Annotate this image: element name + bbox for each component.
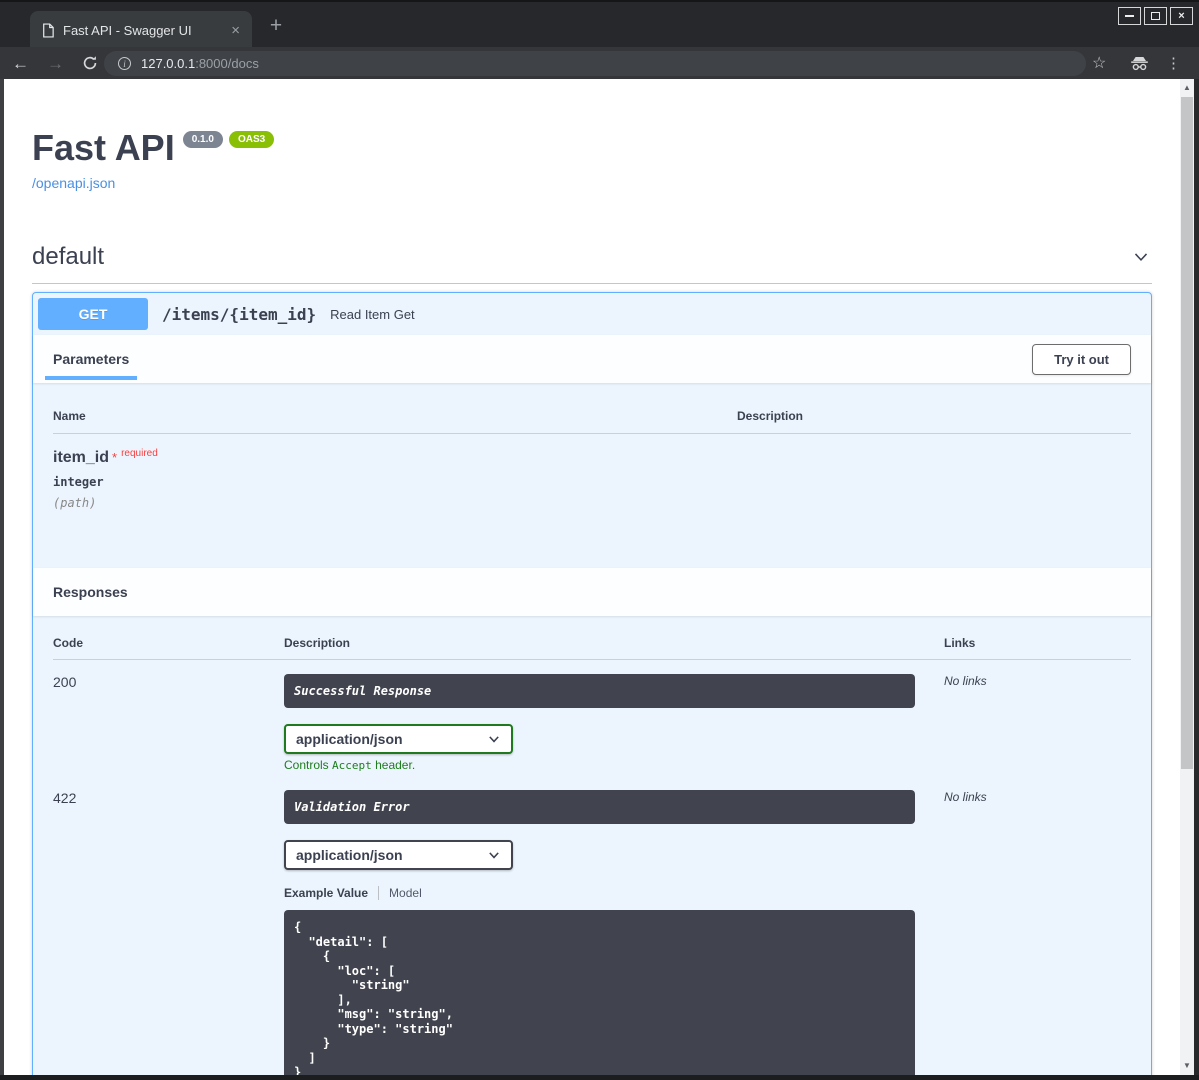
parameter-row: item_id* required integer (path)	[53, 434, 1131, 510]
incognito-icon	[1130, 47, 1149, 79]
media-type-value: application/json	[296, 731, 403, 747]
swagger-page: Fast API 0.1.0 OAS3 /openapi.json defaul…	[4, 79, 1180, 1075]
url-text[interactable]: 127.0.0.1:8000/docs	[141, 56, 259, 71]
window-border-left	[0, 79, 4, 1080]
maximize-button[interactable]	[1144, 7, 1167, 25]
reload-icon[interactable]	[82, 55, 98, 71]
media-type-value: application/json	[296, 847, 403, 863]
column-name: Name	[53, 409, 737, 423]
tab-model[interactable]: Model	[389, 886, 422, 900]
response-row-422: 422 Validation Error application/json Ex…	[53, 772, 1131, 1075]
required-label: required	[121, 448, 158, 459]
response-code: 422	[53, 790, 284, 1075]
response-code: 200	[53, 674, 284, 772]
column-description: Description	[737, 409, 803, 423]
column-links: Links	[944, 636, 975, 650]
page-scrollbar[interactable]: ▲ ▼	[1180, 79, 1194, 1075]
maximize-icon	[1151, 12, 1160, 20]
titlebar: Fast API - Swagger UI × + ×	[0, 0, 1199, 47]
parameters-table: Name Description item_id* required intege…	[33, 383, 1151, 568]
get-method-button[interactable]: GET	[38, 298, 148, 330]
example-model-tabs: Example Value Model	[284, 886, 944, 900]
minimize-icon	[1125, 15, 1134, 17]
responses-section-header: Responses	[33, 568, 1151, 616]
browser-menu-icon[interactable]: ⋮	[1166, 47, 1181, 79]
oas3-badge: OAS3	[229, 131, 274, 148]
tab-example-value[interactable]: Example Value	[284, 886, 368, 900]
page-icon	[42, 23, 54, 38]
accept-header-note: Controls Accept header.	[284, 758, 944, 772]
operation-path: /items/{item_id}	[162, 305, 316, 324]
get-operation-block: GET /items/{item_id} Read Item Get Param…	[32, 292, 1152, 1075]
tag-name: default	[32, 243, 104, 271]
scrollbar-thumb[interactable]	[1181, 97, 1193, 769]
info-icon[interactable]: i	[118, 57, 131, 70]
tab-close-icon[interactable]: ×	[227, 22, 244, 39]
chevron-down-icon	[487, 732, 501, 746]
required-asterisk: *	[112, 450, 117, 465]
window-border-bottom	[0, 1075, 1199, 1080]
bookmark-star-icon[interactable]: ☆	[1092, 47, 1112, 79]
accept-code: Accept	[332, 759, 372, 772]
new-tab-button[interactable]: +	[262, 14, 290, 38]
example-json-code: { "detail": [ { "loc": [ "string" ], "ms…	[294, 920, 905, 1075]
column-description: Description	[284, 636, 944, 650]
responses-table: Code Description Links 200 Successful Re…	[33, 616, 1151, 1075]
media-type-select[interactable]: application/json	[284, 724, 513, 754]
api-title: Fast API	[32, 127, 175, 168]
chevron-down-icon	[487, 848, 501, 862]
responses-table-header: Code Description Links	[53, 636, 1131, 660]
close-button[interactable]: ×	[1170, 7, 1193, 25]
response-links: No links	[944, 790, 1131, 1075]
openapi-spec-link[interactable]: /openapi.json	[32, 175, 1152, 191]
parameter-location: (path)	[53, 496, 1131, 510]
window-border-right	[1194, 79, 1199, 1080]
tab-title: Fast API - Swagger UI	[63, 23, 227, 38]
browser-tab[interactable]: Fast API - Swagger UI ×	[30, 11, 252, 49]
url-host: 127.0.0.1	[141, 56, 195, 71]
parameter-name: item_id	[53, 449, 109, 466]
parameters-section-header: Parameters Try it out	[33, 335, 1151, 383]
minimize-button[interactable]	[1118, 7, 1141, 25]
try-it-out-button[interactable]: Try it out	[1032, 344, 1131, 375]
responses-title: Responses	[53, 584, 128, 600]
chevron-down-icon[interactable]	[1130, 246, 1152, 268]
scroll-up-icon[interactable]: ▲	[1180, 81, 1194, 95]
response-links: No links	[944, 674, 1131, 772]
operation-summary[interactable]: GET /items/{item_id} Read Item Get	[33, 293, 1151, 335]
url-rest: :8000/docs	[195, 56, 259, 71]
tab-parameters[interactable]: Parameters	[53, 351, 129, 367]
parameter-type: integer	[53, 475, 1131, 489]
version-badge: 0.1.0	[183, 131, 223, 148]
api-info: Fast API 0.1.0 OAS3 /openapi.json	[32, 127, 1152, 191]
window-controls: ×	[1118, 7, 1193, 25]
media-type-select[interactable]: application/json	[284, 840, 513, 870]
tag-section-header[interactable]: default	[32, 243, 1152, 284]
scroll-down-icon[interactable]: ▼	[1180, 1059, 1194, 1073]
tab-separator	[378, 886, 379, 900]
operation-summary-text: Read Item Get	[330, 307, 415, 322]
response-description-box: Validation Error	[284, 790, 915, 824]
parameters-table-header: Name Description	[53, 409, 1131, 434]
forward-icon[interactable]: →	[47, 55, 64, 72]
address-bar[interactable]: i 127.0.0.1:8000/docs	[104, 51, 1086, 76]
back-icon[interactable]: ←	[12, 55, 29, 72]
response-row-200: 200 Successful Response application/json…	[53, 660, 1131, 772]
column-code: Code	[53, 636, 284, 650]
response-description-box: Successful Response	[284, 674, 915, 708]
example-json-block[interactable]: { "detail": [ { "loc": [ "string" ], "ms…	[284, 910, 915, 1075]
browser-toolbar: ← → i 127.0.0.1:8000/docs ☆ ⋮	[0, 47, 1199, 79]
